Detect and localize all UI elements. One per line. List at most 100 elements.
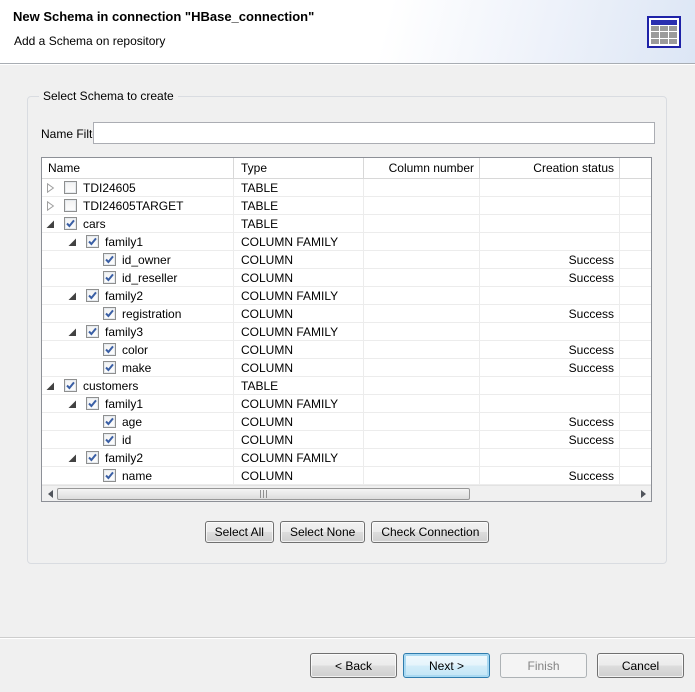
- check-connection-button[interactable]: Check Connection: [371, 521, 489, 543]
- row-checkbox[interactable]: [103, 343, 116, 356]
- select-all-button[interactable]: Select All: [205, 521, 274, 543]
- row-checkbox[interactable]: [103, 253, 116, 266]
- row-checkbox[interactable]: [86, 451, 99, 464]
- row-checkbox[interactable]: [103, 469, 116, 482]
- row-filler-cell: [620, 449, 651, 467]
- tree-expander-icon[interactable]: [44, 179, 64, 197]
- page-title: New Schema in connection "HBase_connecti…: [13, 9, 314, 24]
- row-type-cell: COLUMN: [234, 269, 364, 287]
- row-type-cell: COLUMN: [234, 413, 364, 431]
- tree-expander-icon[interactable]: [66, 323, 86, 341]
- table-row[interactable]: registration COLUMN Success: [42, 305, 651, 323]
- select-none-button[interactable]: Select None: [280, 521, 365, 543]
- column-header-type[interactable]: Type: [234, 158, 364, 178]
- column-header-creation-status[interactable]: Creation status: [480, 158, 620, 178]
- tree-expander-icon[interactable]: [83, 413, 103, 431]
- row-checkbox[interactable]: [86, 325, 99, 338]
- table-row[interactable]: TDI24605 TABLE: [42, 179, 651, 197]
- new-schema-wizard-dialog: New Schema in connection "HBase_connecti…: [0, 0, 695, 692]
- row-checkbox[interactable]: [86, 397, 99, 410]
- column-header-column-number[interactable]: Column number: [364, 158, 480, 178]
- table-row[interactable]: color COLUMN Success: [42, 341, 651, 359]
- wizard-banner: New Schema in connection "HBase_connecti…: [0, 0, 695, 64]
- row-creation-status-cell: Success: [480, 467, 620, 485]
- row-type-cell: TABLE: [234, 215, 364, 233]
- tree-expander-icon[interactable]: [83, 467, 103, 485]
- row-checkbox[interactable]: [103, 361, 116, 374]
- table-row[interactable]: TDI24605TARGET TABLE: [42, 197, 651, 215]
- row-checkbox[interactable]: [103, 307, 116, 320]
- row-checkbox[interactable]: [64, 217, 77, 230]
- row-checkbox[interactable]: [64, 199, 77, 212]
- table-row[interactable]: id_owner COLUMN Success: [42, 251, 651, 269]
- tree-expander-icon[interactable]: [83, 305, 103, 323]
- tree-expander-icon[interactable]: [83, 359, 103, 377]
- row-checkbox[interactable]: [103, 415, 116, 428]
- cancel-button[interactable]: Cancel: [597, 653, 684, 678]
- row-filler-cell: [620, 233, 651, 251]
- row-creation-status-cell: Success: [480, 341, 620, 359]
- tree-expander-icon[interactable]: [83, 269, 103, 287]
- scrollbar-thumb[interactable]: [57, 488, 470, 500]
- row-type-cell: COLUMN: [234, 467, 364, 485]
- horizontal-scrollbar[interactable]: [42, 485, 651, 501]
- row-name-label: name: [122, 469, 152, 483]
- row-filler-cell: [620, 305, 651, 323]
- row-type-cell: COLUMN FAMILY: [234, 449, 364, 467]
- row-checkbox[interactable]: [64, 379, 77, 392]
- row-checkbox[interactable]: [86, 289, 99, 302]
- table-row[interactable]: customers TABLE: [42, 377, 651, 395]
- table-row[interactable]: name COLUMN Success: [42, 467, 651, 485]
- tree-expander-icon[interactable]: [44, 377, 64, 395]
- row-name-label: id_reseller: [122, 271, 177, 285]
- row-creation-status-cell: Success: [480, 359, 620, 377]
- tree-expander-icon[interactable]: [44, 197, 64, 215]
- row-filler-cell: [620, 341, 651, 359]
- back-button[interactable]: < Back: [310, 653, 397, 678]
- tree-expander-icon[interactable]: [83, 251, 103, 269]
- table-row[interactable]: cars TABLE: [42, 215, 651, 233]
- row-column-number-cell: [364, 251, 480, 269]
- row-creation-status-cell: Success: [480, 413, 620, 431]
- tree-expander-icon[interactable]: [83, 431, 103, 449]
- table-row[interactable]: family2 COLUMN FAMILY: [42, 287, 651, 305]
- table-row[interactable]: make COLUMN Success: [42, 359, 651, 377]
- row-type-cell: COLUMN: [234, 359, 364, 377]
- column-header-name[interactable]: Name: [42, 158, 234, 178]
- row-creation-status-cell: [480, 197, 620, 215]
- tree-expander-icon[interactable]: [66, 287, 86, 305]
- row-column-number-cell: [364, 431, 480, 449]
- row-type-cell: COLUMN FAMILY: [234, 395, 364, 413]
- row-creation-status-cell: [480, 377, 620, 395]
- tree-expander-icon[interactable]: [66, 449, 86, 467]
- row-type-cell: TABLE: [234, 377, 364, 395]
- scroll-left-arrow-icon[interactable]: [42, 486, 58, 501]
- next-button[interactable]: Next >: [403, 653, 490, 678]
- table-row[interactable]: family2 COLUMN FAMILY: [42, 449, 651, 467]
- tree-expander-icon[interactable]: [83, 341, 103, 359]
- row-creation-status-cell: [480, 323, 620, 341]
- table-row[interactable]: family1 COLUMN FAMILY: [42, 233, 651, 251]
- row-filler-cell: [620, 467, 651, 485]
- row-column-number-cell: [364, 359, 480, 377]
- row-name-label: family1: [105, 397, 143, 411]
- table-row[interactable]: id COLUMN Success: [42, 431, 651, 449]
- tree-expander-icon[interactable]: [66, 233, 86, 251]
- scroll-right-arrow-icon[interactable]: [635, 486, 651, 501]
- row-creation-status-cell: [480, 215, 620, 233]
- table-row[interactable]: family1 COLUMN FAMILY: [42, 395, 651, 413]
- row-creation-status-cell: [480, 233, 620, 251]
- row-checkbox[interactable]: [86, 235, 99, 248]
- tree-expander-icon[interactable]: [44, 215, 64, 233]
- row-creation-status-cell: [480, 287, 620, 305]
- row-checkbox[interactable]: [103, 433, 116, 446]
- row-column-number-cell: [364, 377, 480, 395]
- finish-button[interactable]: Finish: [500, 653, 587, 678]
- name-filter-input[interactable]: [93, 122, 655, 144]
- row-checkbox[interactable]: [64, 181, 77, 194]
- table-row[interactable]: age COLUMN Success: [42, 413, 651, 431]
- tree-expander-icon[interactable]: [66, 395, 86, 413]
- table-row[interactable]: family3 COLUMN FAMILY: [42, 323, 651, 341]
- table-row[interactable]: id_reseller COLUMN Success: [42, 269, 651, 287]
- row-checkbox[interactable]: [103, 271, 116, 284]
